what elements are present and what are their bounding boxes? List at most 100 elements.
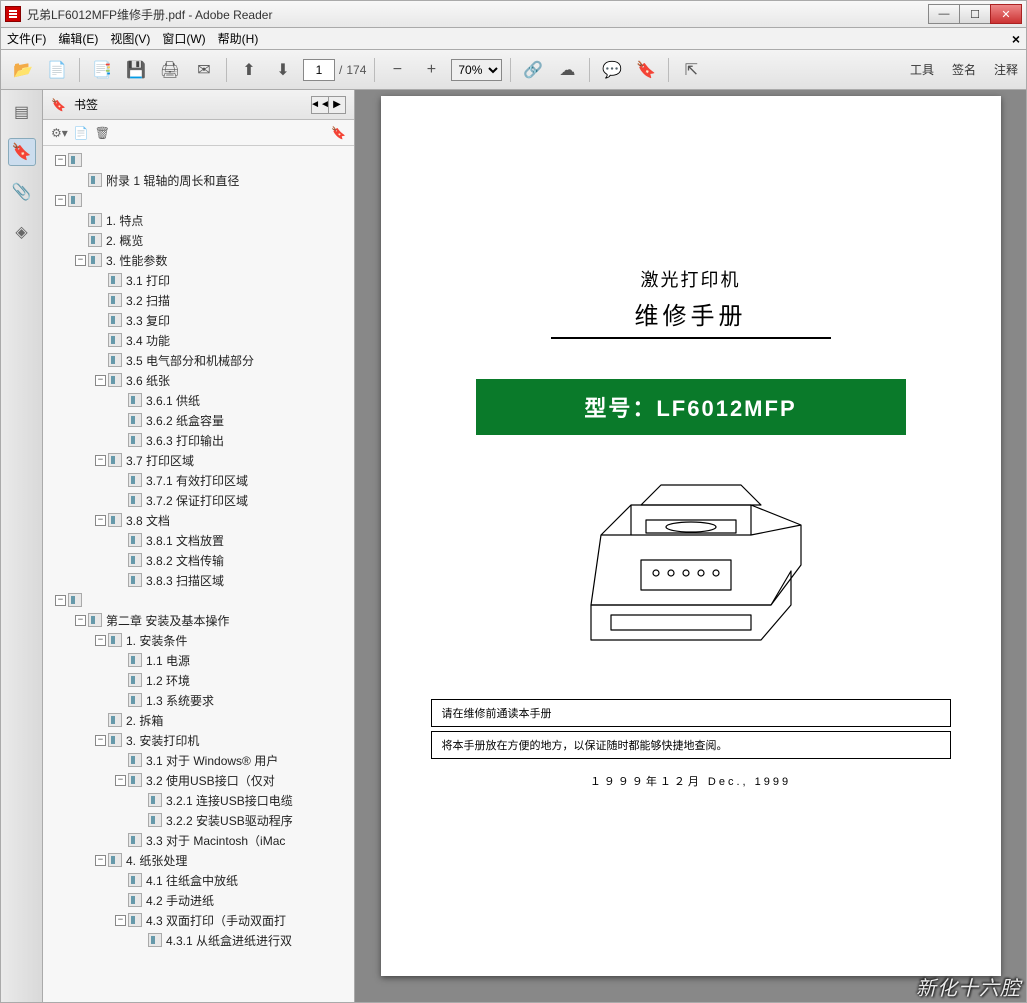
share-button[interactable]: 🔗	[519, 56, 547, 84]
bookmark-item[interactable]: −3.7 打印区域	[47, 450, 354, 470]
bookmark-item[interactable]: 3.6.1 供纸	[47, 390, 354, 410]
next-page-button[interactable]: ⬇	[269, 56, 297, 84]
tree-twisty[interactable]: −	[75, 255, 86, 266]
bookmark-item[interactable]: 1. 特点	[47, 210, 354, 230]
tools-button[interactable]: 工具	[910, 61, 934, 78]
layers-tab[interactable]: ◈	[8, 218, 36, 246]
bookmark-item[interactable]: 3.2 扫描	[47, 290, 354, 310]
minimize-button[interactable]: —	[928, 4, 960, 24]
bookmark-item[interactable]: 3.3 对于 Macintosh（iMac	[47, 830, 354, 850]
delete-bookmark-button[interactable]: 🗑	[95, 126, 110, 140]
tree-twisty[interactable]: −	[115, 775, 126, 786]
bookmark-item[interactable]: 3.8.3 扫描区域	[47, 570, 354, 590]
tree-twisty[interactable]: −	[115, 915, 126, 926]
tree-twisty[interactable]: −	[95, 735, 106, 746]
bookmark-item[interactable]: 2. 概览	[47, 230, 354, 250]
bookmark-item[interactable]: 3.7.1 有效打印区域	[47, 470, 354, 490]
save-button[interactable]: 💾	[122, 56, 150, 84]
tree-twisty[interactable]: −	[95, 455, 106, 466]
bookmark-options-button[interactable]: ⚙▾	[51, 126, 68, 140]
thumbnails-tab[interactable]: ▤	[8, 98, 36, 126]
bookmark-item[interactable]: −	[47, 150, 354, 170]
bookmark-item[interactable]: 2. 拆箱	[47, 710, 354, 730]
bookmark-item[interactable]: −1. 安装条件	[47, 630, 354, 650]
close-button[interactable]: ✕	[990, 4, 1022, 24]
new-bookmark-button[interactable]: 📄	[74, 126, 89, 140]
bookmark-item[interactable]: 3.2.1 连接USB接口电缆	[47, 790, 354, 810]
menu-help[interactable]: 帮助(H)	[218, 30, 259, 47]
bookmark-item[interactable]: −4. 纸张处理	[47, 850, 354, 870]
menu-file[interactable]: 文件(F)	[7, 30, 46, 47]
document-viewport[interactable]: 激光打印机 维修手册 型号：LF6012MFP	[355, 90, 1026, 1002]
bookmark-item[interactable]: −第二章 安装及基本操作	[47, 610, 354, 630]
bookmark-item[interactable]: 3.2.2 安装USB驱动程序	[47, 810, 354, 830]
bookmarks-header: 🔖 书签 ◄◄ ▶	[43, 90, 354, 120]
close-document-button[interactable]: ×	[1012, 31, 1020, 47]
bookmark-item[interactable]: −	[47, 190, 354, 210]
page-input[interactable]	[303, 59, 335, 81]
tree-twisty[interactable]: −	[95, 515, 106, 526]
bookmark-item[interactable]: −3.6 纸张	[47, 370, 354, 390]
create-pdf-button[interactable]: 📄	[43, 56, 71, 84]
bookmark-marker-icon[interactable]: 🔖	[331, 126, 346, 140]
bookmark-item[interactable]: 3.1 对于 Windows® 用户	[47, 750, 354, 770]
highlight-button[interactable]: 💬	[598, 56, 626, 84]
bookmark-page-icon	[108, 273, 122, 287]
maximize-button[interactable]: ☐	[959, 4, 991, 24]
prev-page-button[interactable]: ⬆	[235, 56, 263, 84]
bookmark-item[interactable]: 1.2 环境	[47, 670, 354, 690]
bookmark-item[interactable]: −	[47, 590, 354, 610]
bookmark-label: 3.5 电气部分和机械部分	[126, 352, 254, 369]
bookmark-item[interactable]: −3.2 使用USB接口（仅对	[47, 770, 354, 790]
bookmark-item[interactable]: −4.3 双面打印（手动双面打	[47, 910, 354, 930]
note-button[interactable]: 🔖	[632, 56, 660, 84]
tree-twisty[interactable]: −	[95, 375, 106, 386]
bookmark-item[interactable]: −3. 性能参数	[47, 250, 354, 270]
bookmark-item[interactable]: 3.8.1 文档放置	[47, 530, 354, 550]
zoom-select[interactable]: 70%	[451, 59, 502, 81]
read-mode-button[interactable]: ⇱	[677, 56, 705, 84]
menu-view[interactable]: 视图(V)	[110, 30, 150, 47]
print-button[interactable]: 🖨	[156, 56, 184, 84]
bookmark-item[interactable]: 3.3 复印	[47, 310, 354, 330]
bookmark-item[interactable]: 3.6.3 打印输出	[47, 430, 354, 450]
tree-twisty[interactable]: −	[55, 595, 66, 606]
bookmark-item[interactable]: −3.8 文档	[47, 510, 354, 530]
tree-twisty[interactable]: −	[95, 855, 106, 866]
bookmark-item[interactable]: −3. 安装打印机	[47, 730, 354, 750]
bookmark-item[interactable]: 4.1 往纸盒中放纸	[47, 870, 354, 890]
tree-twisty[interactable]: −	[55, 195, 66, 206]
bookmarks-tab[interactable]: 🔖	[8, 138, 36, 166]
bookmark-page-icon	[108, 293, 122, 307]
tree-twisty[interactable]: −	[55, 155, 66, 166]
zoom-in-button[interactable]: +	[417, 56, 445, 84]
bookmark-item[interactable]: 3.6.2 纸盒容量	[47, 410, 354, 430]
zoom-out-button[interactable]: −	[383, 56, 411, 84]
bookmark-item[interactable]: 4.2 手动进纸	[47, 890, 354, 910]
sign-button[interactable]: 签名	[952, 61, 976, 78]
bookmark-item[interactable]: 附录 1 辊轴的周长和直径	[47, 170, 354, 190]
bookmark-item[interactable]: 1.3 系统要求	[47, 690, 354, 710]
open-button[interactable]: 📂	[9, 56, 37, 84]
bookmark-label: 3.7.2 保证打印区域	[146, 492, 248, 509]
bookmark-item[interactable]: 3.1 打印	[47, 270, 354, 290]
bookmarks-tree[interactable]: −附录 1 辊轴的周长和直径−1. 特点2. 概览−3. 性能参数3.1 打印3…	[43, 146, 354, 1002]
bookmark-item[interactable]: 1.1 电源	[47, 650, 354, 670]
email-button[interactable]: ✉	[190, 56, 218, 84]
comment-button[interactable]: 注释	[994, 61, 1018, 78]
bookmark-prev-button[interactable]: ◄◄	[311, 96, 329, 114]
tree-twisty[interactable]: −	[95, 635, 106, 646]
menu-window[interactable]: 窗口(W)	[162, 30, 205, 47]
bookmark-item[interactable]: 3.5 电气部分和机械部分	[47, 350, 354, 370]
cloud-button[interactable]: ☁	[553, 56, 581, 84]
tree-twisty[interactable]: −	[75, 615, 86, 626]
bookmark-item[interactable]: 3.8.2 文档传输	[47, 550, 354, 570]
attachments-tab[interactable]: 📎	[8, 178, 36, 206]
bookmark-item[interactable]: 3.7.2 保证打印区域	[47, 490, 354, 510]
bookmark-item[interactable]: 4.3.1 从纸盒进纸进行双	[47, 930, 354, 950]
menu-edit[interactable]: 编辑(E)	[58, 30, 98, 47]
export-button[interactable]: 📑	[88, 56, 116, 84]
bookmark-next-button[interactable]: ▶	[328, 96, 346, 114]
bookmark-item[interactable]: 3.4 功能	[47, 330, 354, 350]
pdf-page: 激光打印机 维修手册 型号：LF6012MFP	[381, 96, 1001, 976]
